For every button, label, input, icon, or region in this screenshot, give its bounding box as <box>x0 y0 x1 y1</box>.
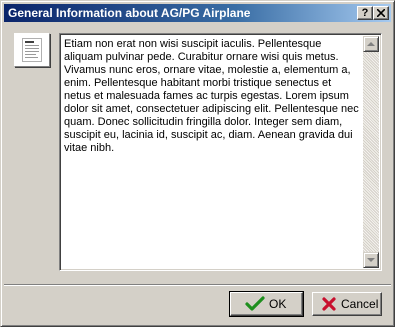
help-icon: ? <box>361 7 369 19</box>
dialog-window: General Information about AG/PG Airplane… <box>0 0 395 327</box>
cancel-label: Cancel <box>341 297 379 311</box>
scroll-up-button[interactable] <box>363 36 379 52</box>
separator <box>4 284 391 286</box>
description-text[interactable]: Etiam non erat non wisi suscipit iaculis… <box>64 38 360 266</box>
ok-button[interactable]: OK <box>229 291 304 317</box>
document-icon <box>14 33 50 67</box>
checkmark-icon <box>245 296 265 311</box>
ok-label: OK <box>269 297 287 311</box>
arrow-down-icon <box>367 258 375 262</box>
close-button[interactable] <box>373 6 389 20</box>
close-icon <box>377 9 385 17</box>
description-textarea[interactable]: Etiam non erat non wisi suscipit iaculis… <box>59 33 382 271</box>
help-button[interactable]: ? <box>357 6 373 20</box>
scroll-down-button[interactable] <box>363 252 379 268</box>
window-title: General Information about AG/PG Airplane <box>8 6 251 20</box>
arrow-up-icon <box>367 42 375 46</box>
vertical-scrollbar[interactable] <box>363 36 379 268</box>
title-bar[interactable]: General Information about AG/PG Airplane… <box>4 4 391 22</box>
x-icon <box>322 297 336 311</box>
cancel-button[interactable]: Cancel <box>312 292 382 316</box>
